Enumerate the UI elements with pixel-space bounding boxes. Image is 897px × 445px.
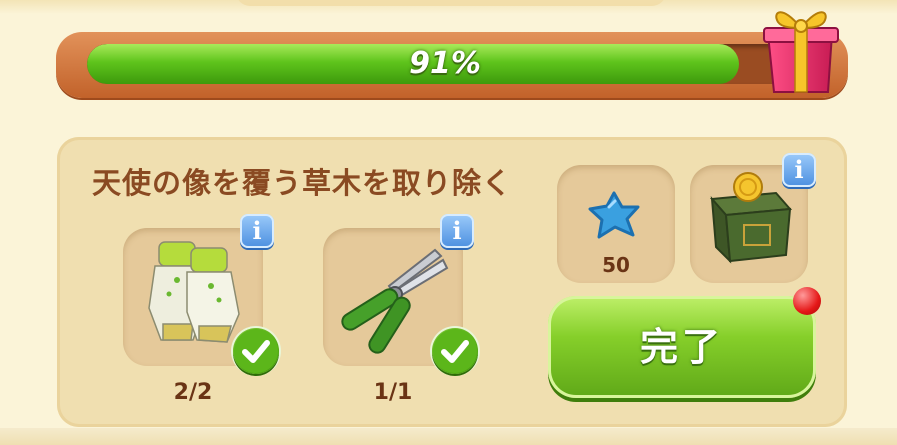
coin-box-info-button[interactable]: i (782, 153, 816, 187)
shears-check-icon (432, 328, 478, 374)
progress-bar: 91% (56, 32, 848, 98)
complete-button[interactable]: 完了 (548, 296, 816, 398)
shears-count: 1/1 (373, 380, 413, 405)
gloves-check-icon (233, 328, 279, 374)
star-reward-amount: 50 (602, 253, 630, 277)
complete-button-label: 完了 (639, 325, 724, 369)
bottom-edge (0, 428, 897, 445)
notification-dot (793, 287, 821, 315)
progress-percent: 91% (409, 46, 481, 81)
gift-box-icon[interactable] (762, 2, 840, 98)
gloves-count: 2/2 (173, 380, 213, 405)
task-title: 天使の像を覆う草木を取り除く (92, 166, 513, 200)
top-tab (236, 0, 666, 6)
gloves-info-button[interactable]: i (240, 214, 274, 248)
shears-info-button[interactable]: i (440, 214, 474, 248)
progress-track: 91% (87, 44, 803, 84)
